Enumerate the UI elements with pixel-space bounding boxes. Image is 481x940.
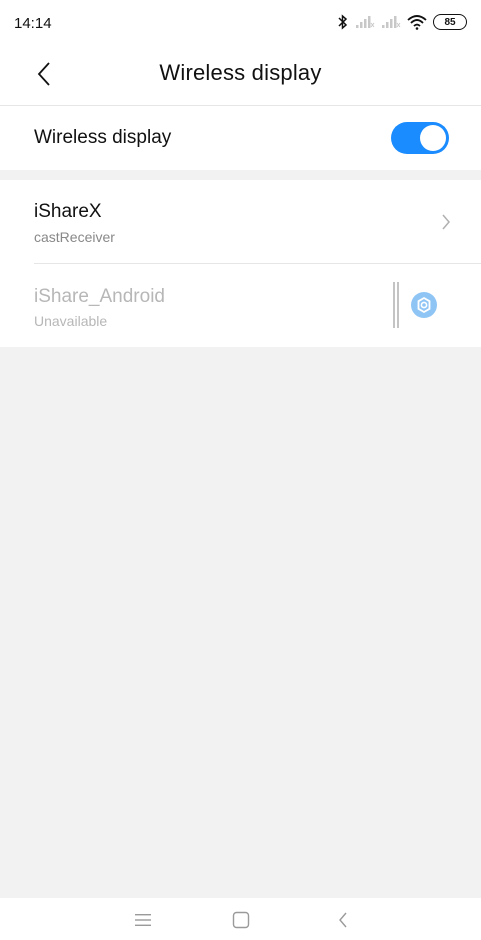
wifi-icon: [407, 14, 427, 30]
back-icon: [339, 912, 347, 928]
section-separator: [0, 170, 481, 180]
device-name: iShare_Android: [34, 286, 165, 307]
status-icons: 85: [337, 14, 467, 30]
page-title: Wireless display: [159, 60, 322, 85]
device-row-isharex[interactable]: iShareX castReceiver: [0, 181, 481, 264]
chevron-right-icon: [442, 214, 450, 230]
empty-list-area: [0, 347, 481, 898]
toggle-label: Wireless display: [34, 127, 172, 148]
drag-handle-icon: [393, 282, 399, 328]
header: Wireless display: [0, 44, 481, 106]
signal-icon: [381, 15, 401, 29]
status-time: 14:14: [14, 14, 52, 32]
wireless-display-toggle-row[interactable]: Wireless display: [0, 106, 481, 170]
battery-icon: 85: [433, 14, 467, 30]
gear-icon[interactable]: [410, 291, 438, 319]
wireless-display-switch[interactable]: [391, 122, 449, 154]
nav-back-button[interactable]: [323, 906, 363, 934]
home-button[interactable]: [221, 906, 261, 934]
menu-button[interactable]: [123, 906, 163, 934]
status-bar: 14:14 85: [0, 0, 481, 44]
menu-icon: [135, 914, 151, 926]
device-row-ishare-android[interactable]: iShare_Android Unavailable: [0, 264, 481, 347]
device-subtitle: Unavailable: [34, 313, 108, 329]
device-name: iShareX: [34, 201, 102, 222]
signal-icon: [355, 15, 375, 29]
wireless-display-screen: 14:14 85 Wireless display Wireless displ…: [0, 0, 481, 940]
home-icon: [232, 911, 250, 929]
navigation-bar: [0, 898, 481, 940]
switch-knob: [420, 125, 446, 151]
bluetooth-icon: [337, 14, 349, 30]
device-subtitle: castReceiver: [34, 229, 115, 245]
